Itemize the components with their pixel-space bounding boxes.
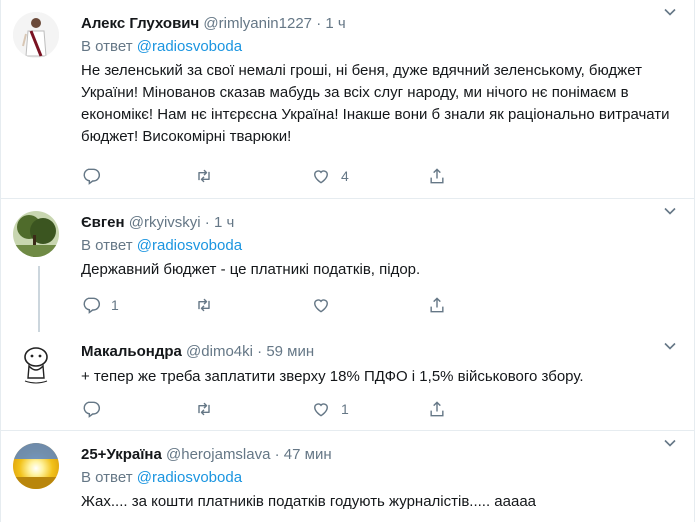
- chevron-down-icon[interactable]: [664, 205, 676, 217]
- like-count: 4: [341, 168, 349, 184]
- share-button[interactable]: [427, 293, 447, 317]
- chevron-down-icon[interactable]: [664, 340, 676, 352]
- chevron-down-icon[interactable]: [664, 437, 676, 449]
- avatar[interactable]: [13, 443, 59, 489]
- user-handle[interactable]: @dimo4ki: [186, 343, 253, 360]
- user-handle[interactable]: @rkyivskyi: [129, 214, 201, 231]
- like-button[interactable]: 4: [311, 164, 349, 188]
- tweet-text: Не зеленський за свої немалі гроші, ні б…: [81, 62, 670, 145]
- reply-to-link[interactable]: @radiosvoboda: [137, 469, 242, 486]
- reply-count: 1: [111, 297, 119, 313]
- reply-button[interactable]: 1: [81, 293, 119, 317]
- tweet-actions: 1: [81, 397, 501, 421]
- tweet[interactable]: Алекс Глухович @rimlyanin1227 · 1 ч В от…: [1, 0, 694, 198]
- tweet-actions: 4: [81, 164, 501, 188]
- timestamp[interactable]: 1 ч: [214, 214, 234, 231]
- display-name[interactable]: Макальондра: [81, 343, 182, 360]
- heart-icon: [314, 403, 328, 417]
- avatar[interactable]: [13, 12, 59, 58]
- like-button[interactable]: 1: [311, 397, 349, 421]
- reply-prefix: В ответ: [81, 469, 133, 486]
- display-name[interactable]: 25+Україна: [81, 446, 162, 463]
- share-button[interactable]: [427, 397, 447, 421]
- user-handle[interactable]: @rimlyanin1227: [203, 15, 312, 32]
- heart-icon: [314, 299, 328, 313]
- tweet-text: Державний бюджет - це платникі податків,…: [81, 261, 421, 278]
- display-name[interactable]: Євген: [81, 214, 125, 231]
- timestamp[interactable]: 1 ч: [325, 15, 345, 32]
- retweet-icon: [198, 402, 210, 416]
- tweet-text: Жах.... за кошти платників податків году…: [81, 493, 537, 510]
- chevron-down-icon[interactable]: [664, 6, 676, 18]
- reply-context: В ответ @radiosvoboda: [81, 36, 682, 58]
- tweet[interactable]: 25+Україна @herojamslava · 47 мин В отве…: [1, 431, 694, 522]
- like-count: 1: [341, 401, 349, 417]
- tweet-feed: Алекс Глухович @rimlyanin1227 · 1 ч В от…: [0, 0, 695, 522]
- retweet-button[interactable]: [194, 397, 224, 421]
- share-icon: [430, 168, 444, 184]
- display-name[interactable]: Алекс Глухович: [81, 15, 199, 32]
- reply-context: В ответ @radiosvoboda: [81, 235, 682, 257]
- share-button[interactable]: [427, 164, 447, 188]
- share-icon: [430, 297, 444, 313]
- tweet[interactable]: Євген @rkyivskyi · 1 ч В ответ @radiosvo…: [1, 199, 694, 334]
- timestamp[interactable]: 59 мин: [266, 343, 314, 360]
- timestamp[interactable]: 47 мин: [284, 446, 332, 463]
- share-icon: [430, 401, 444, 417]
- tweet-text: + тепер же треба заплатити зверху 18% ПД…: [81, 368, 584, 385]
- reply-to-link[interactable]: @radiosvoboda: [137, 237, 242, 254]
- reply-button[interactable]: [81, 164, 111, 188]
- heart-icon: [314, 170, 328, 184]
- reply-prefix: В ответ: [81, 237, 133, 254]
- retweet-button[interactable]: [194, 164, 224, 188]
- avatar[interactable]: [13, 211, 59, 257]
- tweet-actions: 1: [81, 293, 501, 317]
- reply-prefix: В ответ: [81, 38, 133, 55]
- retweet-icon: [198, 298, 210, 312]
- reply-icon: [83, 401, 101, 418]
- tweet-header: Євген @rkyivskyi · 1 ч: [81, 214, 235, 231]
- reply-icon: [83, 297, 101, 314]
- tweet[interactable]: Макальондра @dimo4ki · 59 мин + тепер же…: [1, 334, 694, 430]
- retweet-button[interactable]: [194, 293, 224, 317]
- reply-context: В ответ @radiosvoboda: [81, 467, 682, 489]
- like-button[interactable]: [311, 293, 341, 317]
- tweet-header: Макальондра @dimo4ki · 59 мин: [81, 343, 315, 360]
- avatar[interactable]: [13, 340, 59, 386]
- tweet-header: Алекс Глухович @rimlyanin1227 · 1 ч: [81, 15, 346, 32]
- user-handle[interactable]: @herojamslava: [166, 446, 270, 463]
- tweet-header: 25+Україна @herojamslava · 47 мин: [81, 446, 332, 463]
- reply-icon: [83, 168, 101, 185]
- retweet-icon: [198, 169, 210, 183]
- reply-button[interactable]: [81, 397, 111, 421]
- reply-to-link[interactable]: @radiosvoboda: [137, 38, 242, 55]
